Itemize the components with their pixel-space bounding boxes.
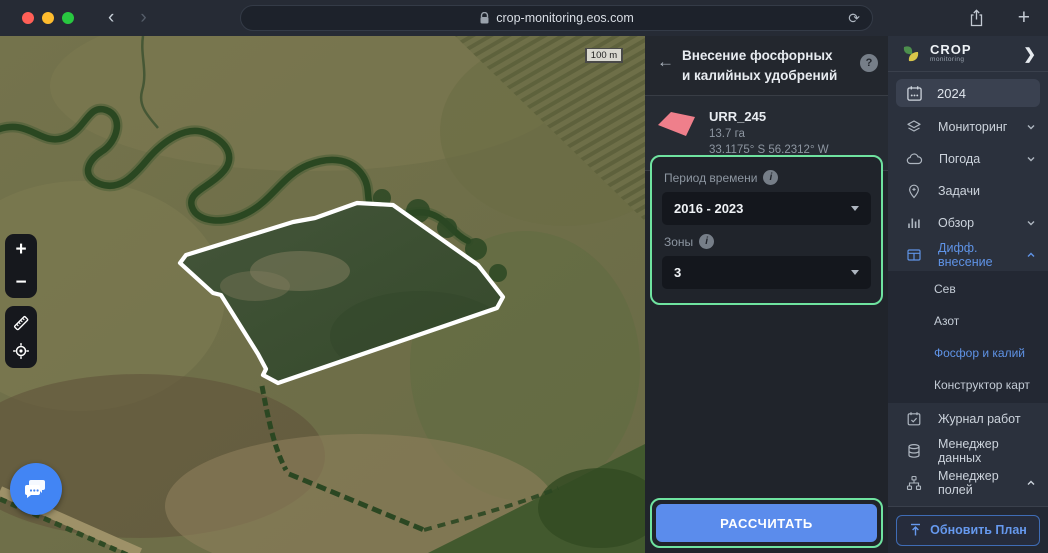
sidebar-item-vra[interactable]: Дифф. внесение <box>888 239 1048 271</box>
support-chat-button[interactable] <box>10 463 62 515</box>
hierarchy-icon <box>906 475 922 491</box>
submenu-item-phosphorus-potassium[interactable]: Фосфор и калий <box>888 337 1048 369</box>
minimize-window-button[interactable] <box>42 12 54 24</box>
sidebar-item-weather[interactable]: Погода <box>888 143 1048 175</box>
url-text: crop-monitoring.eos.com <box>496 11 634 25</box>
fullscreen-window-button[interactable] <box>62 12 74 24</box>
browser-forward-button[interactable]: › <box>140 7 146 29</box>
measure-ruler-button[interactable] <box>12 314 30 332</box>
chevron-down-icon <box>1027 221 1035 226</box>
main-sidebar: CROP monitoring ❯ 2024 Мониторинг Погода… <box>888 36 1048 553</box>
zones-value: 3 <box>674 265 682 280</box>
sidebar-item-tasks[interactable]: Задачи <box>888 175 1048 207</box>
field-shape-swatch <box>655 108 699 142</box>
close-window-button[interactable] <box>22 12 34 24</box>
period-value: 2016 - 2023 <box>674 201 744 216</box>
parameters-form: Период времени i 2016 - 2023 Зоны i 3 <box>650 155 883 305</box>
panel-title: Внесение фосфорных и калийных удобрений <box>682 48 838 84</box>
chevron-down-icon <box>1027 157 1035 162</box>
caret-down-icon <box>851 206 859 211</box>
crop-monitoring-logo-icon <box>900 43 922 65</box>
cloud-icon <box>906 151 923 167</box>
submenu-item-nitrogen[interactable]: Азот <box>888 305 1048 337</box>
field-area: 13.7 га <box>709 128 745 141</box>
table-grid-icon <box>906 247 922 263</box>
new-tab-button[interactable]: + <box>1018 6 1030 30</box>
collapse-sidebar-icon[interactable]: ❯ <box>1023 45 1036 63</box>
chevron-up-icon <box>1027 480 1035 485</box>
calculate-section: РАССЧИТАТЬ <box>650 498 883 548</box>
database-icon <box>906 443 922 459</box>
zones-select[interactable]: 3 <box>662 256 871 289</box>
sidebar-item-work-log[interactable]: Журнал работ <box>888 403 1048 435</box>
sidebar-footer: Обновить План <box>888 506 1048 553</box>
browser-toolbar: ‹ › crop-monitoring.eos.com ⟳ + <box>0 0 1048 36</box>
panel-header: ← Внесение фосфорных и калийных удобрени… <box>645 36 888 96</box>
caret-down-icon <box>851 270 859 275</box>
submenu-item-map-constructor[interactable]: Конструктор карт <box>888 369 1048 401</box>
calendar-icon <box>906 85 923 102</box>
map-tool-controls <box>5 306 37 368</box>
help-icon[interactable]: ? <box>860 54 878 72</box>
field-name: URR_245 <box>709 108 767 124</box>
layers-icon <box>906 119 922 135</box>
upload-icon <box>909 523 922 537</box>
calculate-button[interactable]: РАССЧИТАТЬ <box>656 504 877 542</box>
zoom-out-button[interactable]: − <box>15 273 26 292</box>
map-pin-icon <box>906 183 922 199</box>
locate-me-button[interactable] <box>12 342 30 360</box>
fertilizer-panel: ← Внесение фосфорных и калийных удобрени… <box>645 36 888 553</box>
update-plan-button[interactable]: Обновить План <box>896 514 1040 546</box>
sidebar-item-data-manager[interactable]: Менеджер данных <box>888 435 1048 467</box>
sidebar-item-monitoring[interactable]: Мониторинг <box>888 111 1048 143</box>
bar-chart-icon <box>906 215 922 231</box>
app-window: ‹ › crop-monitoring.eos.com ⟳ + 100 m + … <box>0 0 1048 553</box>
chevron-down-icon <box>1027 125 1035 130</box>
browser-back-button[interactable]: ‹ <box>108 7 114 29</box>
lock-icon <box>479 11 490 25</box>
sidebar-item-season[interactable]: 2024 <box>896 79 1040 107</box>
satellite-map[interactable]: 100 m + − <box>0 36 645 553</box>
period-label: Период времени <box>664 170 758 185</box>
info-icon[interactable]: i <box>699 234 715 249</box>
address-bar[interactable]: crop-monitoring.eos.com ⟳ <box>240 5 873 31</box>
submenu-item-sowing[interactable]: Сев <box>888 273 1048 305</box>
satellite-imagery <box>0 36 645 553</box>
season-year: 2024 <box>937 85 966 101</box>
brand-name: CROP <box>930 42 972 58</box>
zoom-in-button[interactable]: + <box>15 240 26 259</box>
sidebar-item-overview[interactable]: Обзор <box>888 207 1048 239</box>
map-scale-indicator: 100 m <box>585 48 623 63</box>
period-select[interactable]: 2016 - 2023 <box>662 192 871 225</box>
info-icon[interactable]: i <box>763 170 779 185</box>
chat-bubbles-icon <box>23 477 49 501</box>
vra-submenu: Сев Азот Фосфор и калий Конструктор карт <box>888 271 1048 403</box>
zones-label: Зоны <box>664 234 694 249</box>
window-controls <box>22 12 74 24</box>
calendar-check-icon <box>906 411 922 427</box>
chevron-up-icon <box>1027 252 1035 257</box>
reload-icon[interactable]: ⟳ <box>848 10 860 27</box>
back-icon[interactable]: ← <box>657 52 674 72</box>
brand-header: CROP monitoring ❯ <box>888 36 1048 72</box>
sidebar-item-field-manager[interactable]: Менеджер полей <box>888 467 1048 499</box>
brand-subtitle: monitoring <box>930 56 965 64</box>
share-icon[interactable] <box>969 9 984 27</box>
map-zoom-controls: + − <box>5 234 37 298</box>
